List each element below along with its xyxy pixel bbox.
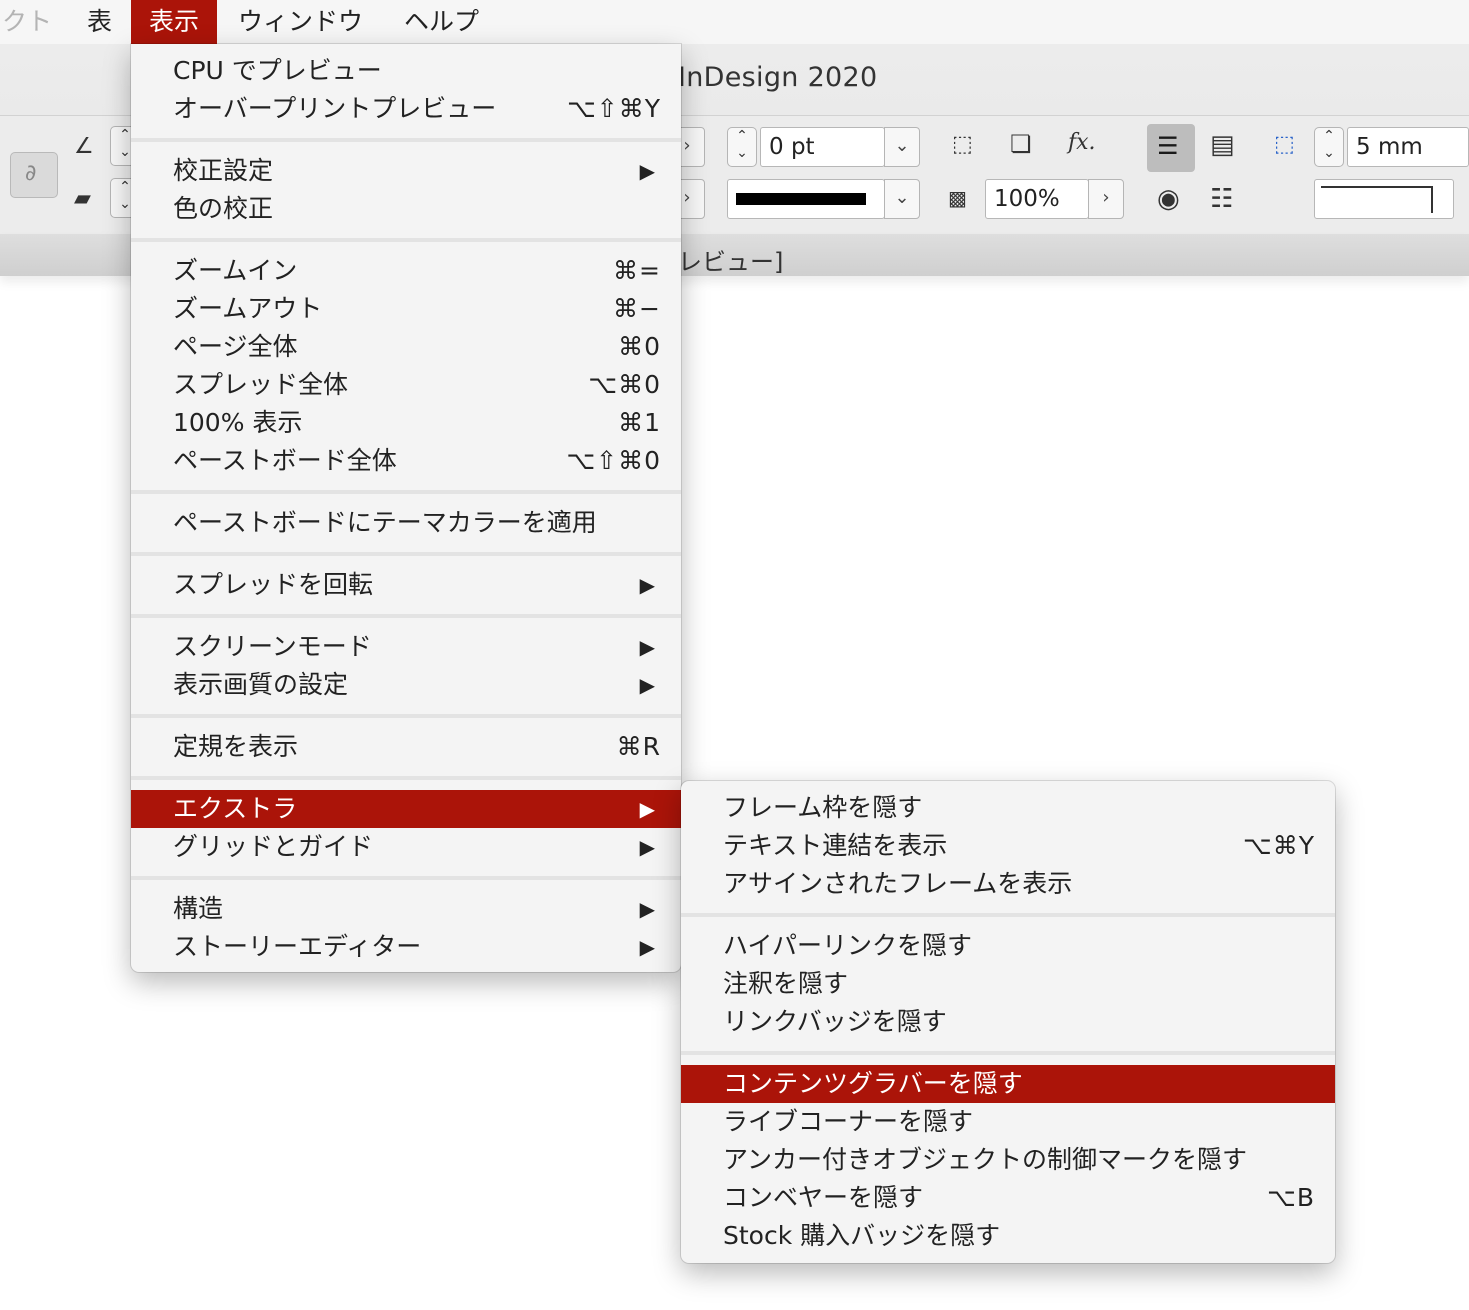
link-icon: ∂ (25, 161, 37, 186)
separator (131, 238, 681, 242)
submenu-arrow-icon: ▶ (639, 159, 655, 183)
shortcut: ⌥⌘0 (588, 370, 661, 399)
opacity-field[interactable]: 100% (985, 179, 1089, 219)
menu-item-hide-link-badge[interactable]: リンクバッジを隠す (681, 1003, 1335, 1041)
separator (131, 614, 681, 618)
extras-submenu: フレーム枠を隠す テキスト連結を表示 ⌥⌘Y アサインされたフレームを表示 ハイ… (681, 781, 1335, 1263)
submenu-arrow-icon: ▶ (639, 835, 655, 859)
rotate-angle-icon: ∠ (74, 134, 94, 159)
submenu-arrow-icon: ▶ (639, 897, 655, 921)
menu-item-hide-anchored-object-control[interactable]: アンカー付きオブジェクトの制御マークを隠す (681, 1141, 1335, 1179)
shortcut: ⌥⇧⌘0 (566, 446, 661, 475)
menu-item-hide-frame-edges[interactable]: フレーム枠を隠す (681, 789, 1335, 827)
menu-item-cpu-preview[interactable]: CPU でプレビュー (131, 52, 681, 90)
menu-view[interactable]: 表示 (131, 0, 218, 44)
wrap-none-button[interactable]: ☰ (1147, 124, 1195, 172)
separator (131, 138, 681, 142)
stroke-type-field[interactable] (727, 179, 885, 219)
view-menu: CPU でプレビュー オーバープリントプレビュー ⌥⇧⌘Y 校正設定 ▶ 色の校… (131, 44, 681, 972)
shortcut: ⌘− (613, 294, 661, 323)
shortcut: ⌘0 (618, 332, 661, 361)
shear-angle-icon: ▰ (74, 186, 91, 211)
menu-item-hide-notes[interactable]: 注釈を隠す (681, 965, 1335, 1003)
opacity-icon: ▩ (948, 186, 967, 210)
menu-item-fit-spread[interactable]: スプレッド全体 ⌥⌘0 (131, 366, 681, 404)
menu-help[interactable]: ヘルプ (404, 0, 479, 44)
document-tab-label[interactable]: レビュー] (678, 242, 783, 277)
menu-item-proof-setup[interactable]: 校正設定 ▶ (131, 152, 681, 190)
submenu-arrow-icon: ▶ (639, 635, 655, 659)
menu-item-story-editor[interactable]: ストーリーエディター ▶ (131, 928, 681, 966)
menu-item-hide-live-corners[interactable]: ライブコーナーを隠す (681, 1103, 1335, 1141)
menu-item-hide-stock-badge[interactable]: Stock 購入バッジを隠す (681, 1217, 1335, 1255)
offset-field[interactable]: 5 mm (1347, 127, 1469, 167)
contour-preview (1314, 179, 1454, 219)
menu-item-hide-conveyor[interactable]: コンベヤーを隠す ⌥B (681, 1179, 1335, 1217)
menu-bar: クト 表 表示 ウィンドウ ヘルプ (0, 0, 1469, 45)
menu-item-show-rulers[interactable]: 定規を表示 ⌘R (131, 728, 681, 766)
shortcut: ⌥B (1267, 1183, 1315, 1212)
shortcut: ⌘1 (618, 408, 661, 437)
menu-item-overprint-preview[interactable]: オーバープリントプレビュー ⌥⇧⌘Y (131, 90, 681, 128)
shortcut: ⌥⌘Y (1242, 831, 1315, 860)
shortcut: ⌥⇧⌘Y (566, 94, 661, 123)
menu-item-actual-size[interactable]: 100% 表示 ⌘1 (131, 404, 681, 442)
menu-item-entire-pasteboard[interactable]: ペーストボード全体 ⌥⇧⌘0 (131, 442, 681, 480)
separator (131, 490, 681, 494)
stroke-type-preview (736, 193, 866, 205)
fill-frame-icon[interactable]: ⬚ (952, 132, 973, 157)
submenu-arrow-icon: ▶ (639, 673, 655, 697)
drop-shadow-icon[interactable]: ❏ (1010, 130, 1032, 158)
menu-item-hide-content-grabber[interactable]: コンテンツグラバーを隠す (681, 1065, 1335, 1103)
menu-item-pasteboard-theme-color[interactable]: ペーストボードにテーマカラーを適用 (131, 504, 681, 542)
align-center-icon: ☰ (1157, 132, 1179, 160)
submenu-arrow-icon: ▶ (639, 573, 655, 597)
menu-item-display-performance[interactable]: 表示画質の設定 ▶ (131, 666, 681, 704)
separator (681, 913, 1335, 917)
window-title: InDesign 2020 (678, 62, 878, 93)
stroke-weight-dropdown[interactable]: ⌄ (884, 127, 920, 167)
separator (131, 876, 681, 880)
separator (131, 714, 681, 718)
menu-item-show-assigned-frames[interactable]: アサインされたフレームを表示 (681, 865, 1335, 903)
offset-stepper[interactable]: ⌃ ⌄ (1314, 127, 1344, 167)
menu-item-hide-hyperlinks[interactable]: ハイパーリンクを隠す (681, 927, 1335, 965)
submenu-arrow-icon: ▶ (639, 935, 655, 959)
stroke-type-dropdown[interactable]: ⌄ (884, 179, 920, 219)
menu-item-structure[interactable]: 構造 ▶ (131, 890, 681, 928)
menu-item-zoom-out[interactable]: ズームアウト ⌘− (131, 290, 681, 328)
separator (131, 552, 681, 556)
menu-item-extras[interactable]: エクストラ ▶ (131, 790, 681, 828)
separator (131, 776, 681, 780)
menu-item-zoom-in[interactable]: ズームイン ⌘= (131, 252, 681, 290)
shortcut: ⌘= (613, 256, 661, 285)
separator (681, 1051, 1335, 1055)
menu-item-proof-colors[interactable]: 色の校正 (131, 190, 681, 228)
stroke-weight-field[interactable]: 0 pt (760, 127, 885, 167)
wrap-shape-icon[interactable]: ◉ (1157, 184, 1180, 214)
menu-item-fit-page[interactable]: ページ全体 ⌘0 (131, 328, 681, 366)
wrap-bounding-icon[interactable]: ▤ (1210, 130, 1235, 160)
wrap-jump-icon[interactable]: ☷ (1210, 184, 1233, 214)
wrap-offset-icon: ⬚ (1274, 132, 1295, 157)
fx-icon[interactable]: fx. (1068, 130, 1096, 155)
shortcut: ⌘R (616, 732, 661, 761)
menu-item-grids-guides[interactable]: グリッドとガイド ▶ (131, 828, 681, 866)
menu-item-show-text-threads[interactable]: テキスト連結を表示 ⌥⌘Y (681, 827, 1335, 865)
constrain-link-button[interactable]: ∂ (10, 152, 58, 198)
stroke-weight-stepper[interactable]: ⌃ ⌄ (727, 127, 757, 167)
submenu-arrow-icon: ▶ (639, 797, 655, 821)
menu-table[interactable]: 表 (87, 0, 112, 44)
opacity-dropdown[interactable]: › (1088, 179, 1124, 219)
menu-item-screen-mode[interactable]: スクリーンモード ▶ (131, 628, 681, 666)
menu-window[interactable]: ウィンドウ (238, 0, 363, 44)
menu-object[interactable]: クト (2, 0, 52, 44)
menu-item-rotate-spread[interactable]: スプレッドを回転 ▶ (131, 566, 681, 604)
